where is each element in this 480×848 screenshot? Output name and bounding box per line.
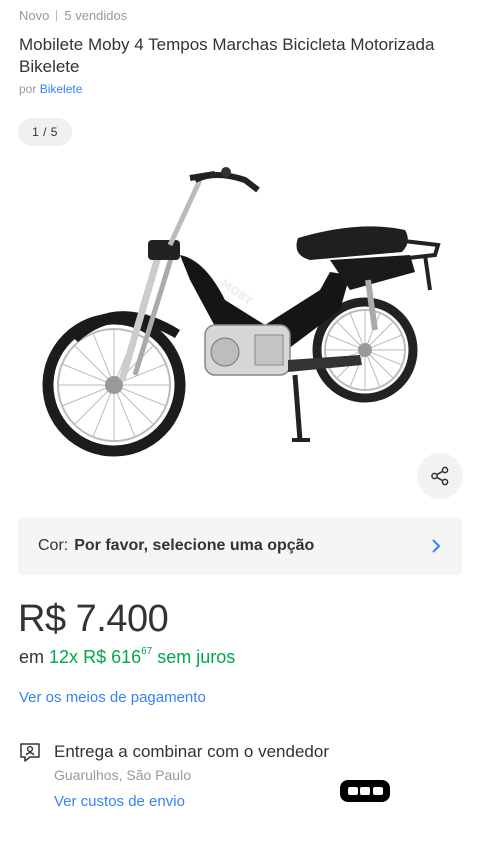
installment-cents: 67 [141, 646, 153, 657]
installments: em 12x R$ 61667 sem juros [19, 646, 236, 668]
installment-prefix: em [19, 647, 45, 667]
share-button[interactable] [417, 453, 463, 499]
condition-label: Novo [19, 8, 50, 23]
color-label: Cor: [38, 537, 69, 554]
sold-count: 5 vendidos [64, 8, 128, 23]
color-value: Por favor, selecione uma opção [74, 537, 315, 554]
payment-methods-link[interactable]: Ver os meios de pagamento [19, 689, 206, 706]
product-image[interactable]: MOBY [30, 160, 450, 460]
condition-line: Novo 5 vendidos [19, 8, 127, 23]
chat-person-icon [20, 743, 40, 762]
dot-icon [372, 787, 383, 795]
kickstand [292, 374, 303, 441]
dot-icon [347, 787, 358, 795]
image-counter: 1 / 5 [18, 118, 72, 146]
handlebar [167, 167, 260, 247]
installment-value: R$ 616 [83, 647, 142, 667]
color-selector[interactable]: Cor: Por favor, selecione uma opção [18, 517, 462, 575]
chevron-right-icon [432, 539, 441, 553]
seller-link[interactable]: Bikelete [40, 82, 83, 96]
price: R$ 7.400 [18, 598, 169, 640]
rear-shock [365, 279, 378, 331]
seller-prefix: por [19, 82, 37, 96]
front-wheel [42, 313, 186, 457]
shipping-title: Entrega a combinar com o vendedor [54, 742, 329, 761]
seller-line: por Bikelete [19, 82, 82, 96]
dot-icon [360, 787, 370, 795]
shipping-location: Guarulhos, São Paulo [54, 767, 191, 783]
installment-count: 12x [49, 647, 79, 667]
more-options-button[interactable] [340, 780, 390, 802]
share-icon [431, 466, 449, 486]
shipping-costs-link[interactable]: Ver custos de envio [54, 793, 185, 810]
divider [56, 10, 58, 21]
seat [296, 226, 408, 260]
product-title: Mobilete Moby 4 Tempos Marchas Bicicleta… [19, 35, 435, 76]
installment-suffix: sem juros [157, 647, 236, 667]
